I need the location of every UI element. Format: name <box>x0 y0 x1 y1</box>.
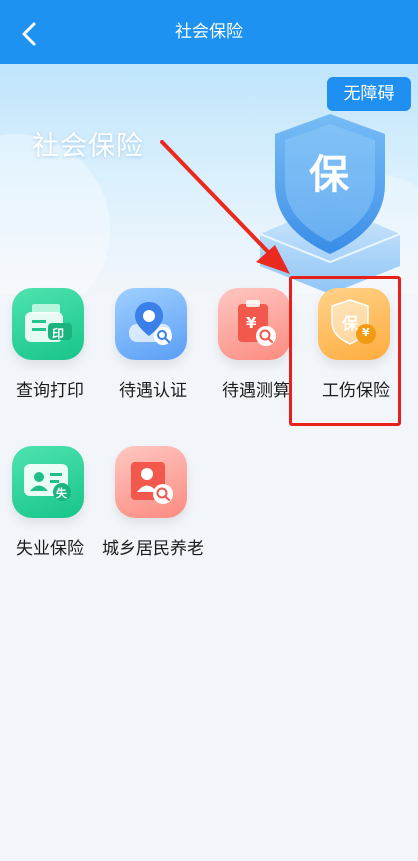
highlight-box <box>289 276 401 426</box>
elder-search-icon <box>115 446 187 518</box>
page-title: 社会保险 <box>175 22 243 42</box>
accessibility-button[interactable]: 无障碍 <box>327 77 411 111</box>
yen-icon-text: ¥ <box>246 314 257 332</box>
service-label: 城乡居民养老 <box>102 539 204 559</box>
app-header: 社会保险 <box>0 0 418 64</box>
banner: 社会保险 保 无障碍 <box>0 64 418 294</box>
service-label: 失业保险 <box>16 539 84 559</box>
service-query-print[interactable]: 印 查询打印 <box>0 288 100 438</box>
service-urban-rural-pension[interactable]: 城乡居民养老 <box>102 446 204 596</box>
location-search-icon <box>115 288 187 360</box>
service-benefit-certification[interactable]: 待遇认证 <box>103 288 203 438</box>
service-label: 待遇认证 <box>119 381 187 401</box>
shield-label: 保 <box>309 152 349 198</box>
service-unemployment-insurance[interactable]: 失 失业保险 <box>0 446 100 596</box>
print-icon: 印 <box>12 288 84 360</box>
id-card-icon: 失 <box>12 446 84 518</box>
print-icon-text: 印 <box>52 327 65 341</box>
banner-title: 社会保险 <box>32 131 144 162</box>
unemployment-icon-text: 失 <box>56 487 67 500</box>
service-label: 查询打印 <box>16 381 84 401</box>
clipboard-yen-search-icon: ¥ <box>218 288 290 360</box>
